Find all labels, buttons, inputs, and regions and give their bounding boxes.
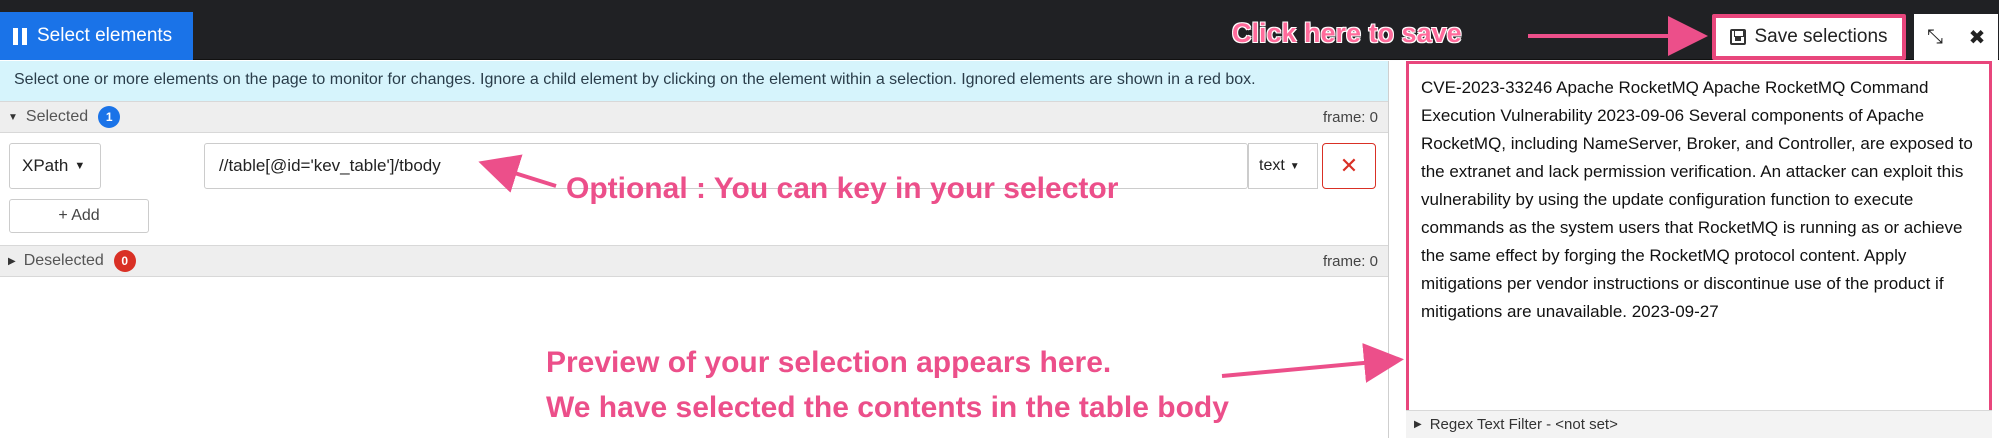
collapse-icon[interactable]: ⤡ xyxy=(1914,14,1956,60)
selected-frame-label: frame: 0 xyxy=(1322,109,1378,126)
regex-filter-label: Regex Text Filter - <not set> xyxy=(1429,416,1618,433)
save-selections-button[interactable]: Save selections xyxy=(1712,14,1906,60)
close-icon[interactable]: ✖ xyxy=(1956,14,1998,60)
add-selector-button[interactable]: + Add xyxy=(9,199,149,233)
selection-preview: CVE-2023-33246 Apache RocketMQ Apache Ro… xyxy=(1406,61,1992,418)
save-selections-label: Save selections xyxy=(1754,26,1888,47)
floppy-disk-icon xyxy=(1730,29,1747,45)
capture-mode-dropdown[interactable]: text ▼ xyxy=(1248,143,1318,189)
annotation-preview-line1: Preview of your selection appears here. xyxy=(546,346,1112,379)
annotation-save: Click here to save xyxy=(1232,18,1462,48)
top-toolbar: Select elements Save selections ⤡ ✖ xyxy=(0,0,1999,60)
caret-right-icon: ▶ xyxy=(1414,419,1422,430)
panel-divider xyxy=(1388,61,1389,438)
selected-label: Selected xyxy=(25,108,89,125)
deselected-section-header[interactable]: ▶ Deselected 0 frame: 0 xyxy=(0,245,1388,277)
chevron-down-icon: ▼ xyxy=(74,160,86,172)
annotation-preview-line2: We have selected the contents in the tab… xyxy=(546,391,1229,424)
select-elements-button[interactable]: Select elements xyxy=(0,12,193,60)
deselected-frame-label: frame: 0 xyxy=(1322,253,1378,270)
caret-right-icon: ▶ xyxy=(8,255,16,267)
caret-down-icon: ▼ xyxy=(8,111,18,123)
capture-mode-value: text xyxy=(1259,157,1285,174)
selector-type-dropdown[interactable]: XPath ▼ xyxy=(9,143,101,189)
selector-type-value: XPath xyxy=(22,156,69,175)
pause-icon xyxy=(13,27,27,45)
select-elements-label: Select elements xyxy=(37,25,173,46)
arrow-to-preview xyxy=(1221,343,1404,383)
selected-count-badge: 1 xyxy=(98,106,121,128)
chevron-down-icon: ▼ xyxy=(1289,160,1300,172)
regex-filter-toggle[interactable]: ▶ Regex Text Filter - <not set> xyxy=(1406,410,1992,438)
annotation-optional: Optional : You can key in your selector xyxy=(566,172,1119,205)
instructions-banner: Select one or more elements on the page … xyxy=(0,61,1388,101)
deselected-count-badge: 0 xyxy=(113,250,136,272)
deselected-label: Deselected xyxy=(23,252,104,269)
remove-selector-button[interactable]: ✕ xyxy=(1322,143,1376,189)
selected-section-header[interactable]: ▼ Selected 1 frame: 0 xyxy=(0,101,1388,133)
